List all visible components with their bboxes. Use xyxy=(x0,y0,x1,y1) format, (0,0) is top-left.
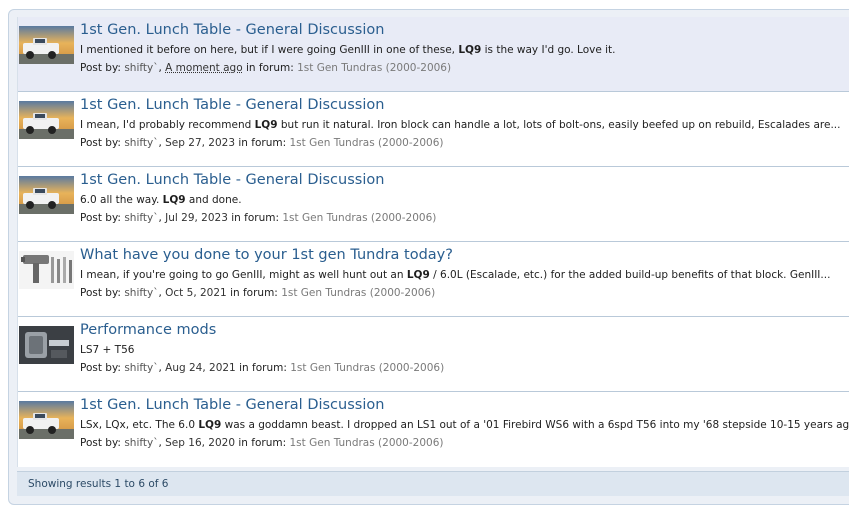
snippet-text: LSx, LQx, etc. The 6.0 xyxy=(80,419,199,431)
result-row: What have you done to your 1st gen Tundr… xyxy=(18,242,849,317)
truck-thumbnail-icon xyxy=(19,401,74,439)
result-meta: Post by: shifty`, Oct 5, 2021 in forum: … xyxy=(80,287,436,299)
post-date[interactable]: Sep 27, 2023 xyxy=(165,137,235,149)
snippet-highlight: LQ9 xyxy=(406,269,430,281)
tools-thumbnail-icon xyxy=(19,251,74,289)
result-row: 1st Gen. Lunch Table - General Discussio… xyxy=(18,167,849,242)
post-author[interactable]: shifty` xyxy=(124,137,158,149)
result-meta: Post by: shifty`, A moment ago in forum:… xyxy=(80,62,452,74)
result-title-link[interactable]: 1st Gen. Lunch Table - General Discussio… xyxy=(80,22,384,38)
post-author[interactable]: shifty` xyxy=(124,362,158,374)
snippet-text-tail: is the way I'd go. Love it. xyxy=(481,44,616,56)
post-author[interactable]: shifty` xyxy=(124,212,158,224)
truck-thumbnail-icon xyxy=(19,176,74,214)
post-date[interactable]: A moment ago xyxy=(165,62,243,74)
post-date[interactable]: Jul 29, 2023 xyxy=(165,212,228,224)
snippet-text: LS7 + T56 xyxy=(80,344,135,356)
post-by-label: Post by: xyxy=(80,287,121,299)
truck-thumbnail-icon xyxy=(19,101,74,139)
result-meta: Post by: shifty`, Sep 16, 2020 in forum:… xyxy=(80,437,444,449)
result-snippet: I mean, if you're going to go GenIII, mi… xyxy=(80,269,830,281)
thumbnail[interactable] xyxy=(19,326,74,364)
forum-link[interactable]: 1st Gen Tundras (2000-2006) xyxy=(282,212,436,224)
post-author[interactable]: shifty` xyxy=(124,62,158,74)
result-title-link[interactable]: 1st Gen. Lunch Table - General Discussio… xyxy=(80,97,384,113)
post-by-label: Post by: xyxy=(80,212,121,224)
snippet-highlight: LQ9 xyxy=(162,194,186,206)
forum-link[interactable]: 1st Gen Tundras (2000-2006) xyxy=(281,287,435,299)
thumbnail[interactable] xyxy=(19,176,74,214)
in-forum-label: in forum: xyxy=(239,362,287,374)
in-forum-label: in forum: xyxy=(238,437,287,449)
result-title-link[interactable]: 1st Gen. Lunch Table - General Discussio… xyxy=(80,172,384,188)
post-by-label: Post by: xyxy=(80,362,121,374)
result-title-link[interactable]: 1st Gen. Lunch Table - General Discussio… xyxy=(80,397,384,413)
in-forum-label: in forum: xyxy=(245,62,294,74)
thumbnail[interactable] xyxy=(19,26,74,64)
in-forum-label: in forum: xyxy=(231,212,280,224)
thumbnail[interactable] xyxy=(19,401,74,439)
snippet-highlight: LQ9 xyxy=(254,119,278,131)
snippet-text-tail: / 6.0L (Escalade, etc.) for the added bu… xyxy=(429,269,831,281)
forum-link[interactable]: 1st Gen Tundras (2000-2006) xyxy=(297,62,451,74)
results-footer: Showing results 1 to 6 of 6 xyxy=(17,471,849,496)
result-row: Performance mods LS7 + T56 Post by: shif… xyxy=(18,317,849,392)
result-row: 1st Gen. Lunch Table - General Discussio… xyxy=(18,392,849,467)
post-by-label: Post by: xyxy=(80,137,121,149)
truck-thumbnail-icon xyxy=(19,26,74,64)
result-row: 1st Gen. Lunch Table - General Discussio… xyxy=(18,92,849,167)
result-snippet: LS7 + T56 xyxy=(80,344,134,356)
in-forum-label: in forum: xyxy=(238,137,287,149)
snippet-text-tail: but run it natural. Iron block can handl… xyxy=(277,119,841,131)
post-date[interactable]: Sep 16, 2020 xyxy=(165,437,235,449)
snippet-text: 6.0 all the way. xyxy=(80,194,163,206)
forum-link[interactable]: 1st Gen Tundras (2000-2006) xyxy=(290,362,444,374)
forum-link[interactable]: 1st Gen Tundras (2000-2006) xyxy=(290,437,444,449)
result-snippet: I mentioned it before on here, but if I … xyxy=(80,44,616,56)
result-title-link[interactable]: Performance mods xyxy=(80,322,216,338)
thumbnail[interactable] xyxy=(19,251,74,289)
result-snippet: 6.0 all the way. LQ9 and done. xyxy=(80,194,242,206)
result-meta: Post by: shifty`, Aug 24, 2021 in forum:… xyxy=(80,362,445,374)
result-title-link[interactable]: What have you done to your 1st gen Tundr… xyxy=(80,247,453,263)
results-count: Showing results 1 to 6 of 6 xyxy=(28,478,169,490)
post-author[interactable]: shifty` xyxy=(124,287,158,299)
post-by-label: Post by: xyxy=(80,62,121,74)
snippet-text-tail: and done. xyxy=(185,194,242,206)
snippet-highlight: LQ9 xyxy=(198,419,222,431)
snippet-text: I mentioned it before on here, but if I … xyxy=(80,44,459,56)
result-meta: Post by: shifty`, Sep 27, 2023 in forum:… xyxy=(80,137,444,149)
snippet-text: I mean, if you're going to go GenIII, mi… xyxy=(80,269,407,281)
snippet-text: I mean, I'd probably recommend xyxy=(80,119,255,131)
results-list: 1st Gen. Lunch Table - General Discussio… xyxy=(17,17,849,467)
post-date[interactable]: Aug 24, 2021 xyxy=(165,362,236,374)
result-snippet: LSx, LQx, etc. The 6.0 LQ9 was a goddamn… xyxy=(80,419,849,431)
snippet-text-tail: was a goddamn beast. I dropped an LS1 ou… xyxy=(221,419,849,431)
snippet-highlight: LQ9 xyxy=(458,44,482,56)
thumbnail[interactable] xyxy=(19,101,74,139)
in-forum-label: in forum: xyxy=(230,287,278,299)
post-by-label: Post by: xyxy=(80,437,121,449)
post-author[interactable]: shifty` xyxy=(124,437,158,449)
result-snippet: I mean, I'd probably recommend LQ9 but r… xyxy=(80,119,840,131)
engine-thumbnail-icon xyxy=(19,326,74,364)
result-meta: Post by: shifty`, Jul 29, 2023 in forum:… xyxy=(80,212,437,224)
result-row: 1st Gen. Lunch Table - General Discussio… xyxy=(18,17,849,92)
forum-link[interactable]: 1st Gen Tundras (2000-2006) xyxy=(290,137,444,149)
post-date[interactable]: Oct 5, 2021 xyxy=(165,287,227,299)
